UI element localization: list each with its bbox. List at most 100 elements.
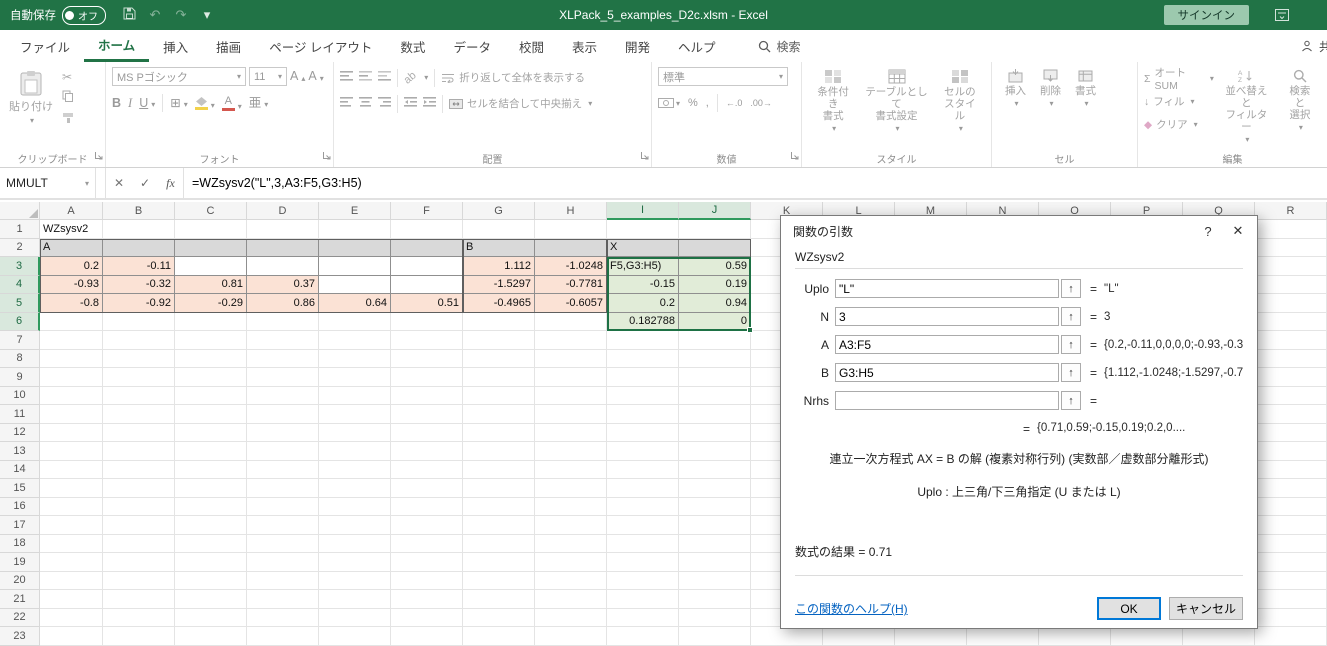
cell-F23[interactable] [391,627,463,646]
fill-button[interactable]: ↓ フィル ▾ [1144,92,1214,111]
cell-A13[interactable] [40,442,103,461]
cell-E4[interactable] [319,275,391,294]
increase-font-size-button[interactable]: A ▴ [290,70,305,83]
cell-I13[interactable] [607,442,679,461]
cell-D2[interactable] [247,238,319,257]
formula-input[interactable]: =WZsysv2("L",3,A3:F5,G3:H5) [184,168,1327,198]
column-header-A[interactable]: A [40,202,103,220]
cell-H12[interactable] [535,423,607,442]
cell-J6[interactable]: 0 [679,312,751,331]
font-dialog-launcher[interactable] [322,147,331,165]
cell-C11[interactable] [175,405,247,424]
column-header-J[interactable]: J [679,202,751,220]
cell-G17[interactable] [463,516,535,535]
argument-input-a[interactable] [835,335,1059,354]
accounting-format-button[interactable]: ▾ [658,98,680,108]
cell-A2[interactable]: A [40,238,103,257]
cell-D20[interactable] [247,571,319,590]
row-header-21[interactable]: 21 [0,590,40,609]
clipboard-dialog-launcher[interactable] [94,147,103,165]
cell-B3[interactable]: -0.11 [103,257,175,276]
align-middle-button[interactable] [359,71,372,84]
cell-I20[interactable] [607,571,679,590]
cell-G18[interactable] [463,534,535,553]
column-header-G[interactable]: G [463,202,535,220]
cell-F20[interactable] [391,571,463,590]
cell-G5[interactable]: -0.4965 [463,294,535,313]
cell-F14[interactable] [391,460,463,479]
cell-G8[interactable] [463,349,535,368]
cell-I14[interactable] [607,460,679,479]
cancel-formula-button[interactable]: ✕ [106,168,132,198]
row-header-15[interactable]: 15 [0,479,40,498]
cell-A23[interactable] [40,627,103,646]
row-header-3[interactable]: 3 [0,257,40,276]
tell-me-search[interactable]: 検索 [758,30,801,62]
cell-B10[interactable] [103,386,175,405]
cell-R2[interactable] [1255,238,1327,257]
name-box[interactable]: MMULT ▾ [0,168,96,198]
cell-R10[interactable] [1255,386,1327,405]
cell-D17[interactable] [247,516,319,535]
cell-B9[interactable] [103,368,175,387]
cell-G14[interactable] [463,460,535,479]
align-top-button[interactable] [340,71,353,84]
cell-D11[interactable] [247,405,319,424]
cell-A16[interactable] [40,497,103,516]
number-dialog-launcher[interactable] [790,147,799,165]
cell-A18[interactable] [40,534,103,553]
redo-button[interactable]: ↷ [168,7,194,23]
copy-button[interactable] [62,90,74,105]
align-left-button[interactable] [340,97,353,110]
cell-C5[interactable]: -0.29 [175,294,247,313]
cell-F11[interactable] [391,405,463,424]
cell-H11[interactable] [535,405,607,424]
cell-A7[interactable] [40,331,103,350]
cell-E15[interactable] [319,479,391,498]
cell-I3[interactable]: F5,G3:H5) [607,257,679,276]
cell-I10[interactable] [607,386,679,405]
cell-J3[interactable]: 0.59 [679,257,751,276]
cell-C16[interactable] [175,497,247,516]
cell-C10[interactable] [175,386,247,405]
tab-page-layout[interactable]: ページ レイアウト [255,30,386,62]
cell-G23[interactable] [463,627,535,646]
cell-R16[interactable] [1255,497,1327,516]
cell-G13[interactable] [463,442,535,461]
cell-H23[interactable] [535,627,607,646]
cell-E7[interactable] [319,331,391,350]
cell-R20[interactable] [1255,571,1327,590]
cell-E21[interactable] [319,590,391,609]
cell-I18[interactable] [607,534,679,553]
cell-B2[interactable] [103,238,175,257]
column-header-D[interactable]: D [247,202,319,220]
wrap-text-button[interactable]: 折り返して全体を表示する [441,70,585,85]
save-button[interactable] [116,7,142,23]
cell-R19[interactable] [1255,553,1327,572]
cell-J12[interactable] [679,423,751,442]
row-header-23[interactable]: 23 [0,627,40,646]
function-help-link[interactable]: この関数のヘルプ(H) [795,600,908,617]
cell-E23[interactable] [319,627,391,646]
cell-J23[interactable] [679,627,751,646]
row-header-17[interactable]: 17 [0,516,40,535]
cell-H8[interactable] [535,349,607,368]
format-as-table-button[interactable]: テーブルとして 書式設定 ▾ [858,67,935,135]
cell-A12[interactable] [40,423,103,442]
cell-I15[interactable] [607,479,679,498]
cell-H21[interactable] [535,590,607,609]
align-right-button[interactable] [378,97,391,110]
cell-B5[interactable]: -0.92 [103,294,175,313]
cell-R4[interactable] [1255,275,1327,294]
cell-E10[interactable] [319,386,391,405]
cell-R18[interactable] [1255,534,1327,553]
cell-B21[interactable] [103,590,175,609]
tab-help[interactable]: ヘルプ [664,30,730,62]
cell-E13[interactable] [319,442,391,461]
cell-G10[interactable] [463,386,535,405]
cell-F16[interactable] [391,497,463,516]
cell-R14[interactable] [1255,460,1327,479]
cell-R22[interactable] [1255,608,1327,627]
cell-I9[interactable] [607,368,679,387]
row-header-22[interactable]: 22 [0,608,40,627]
